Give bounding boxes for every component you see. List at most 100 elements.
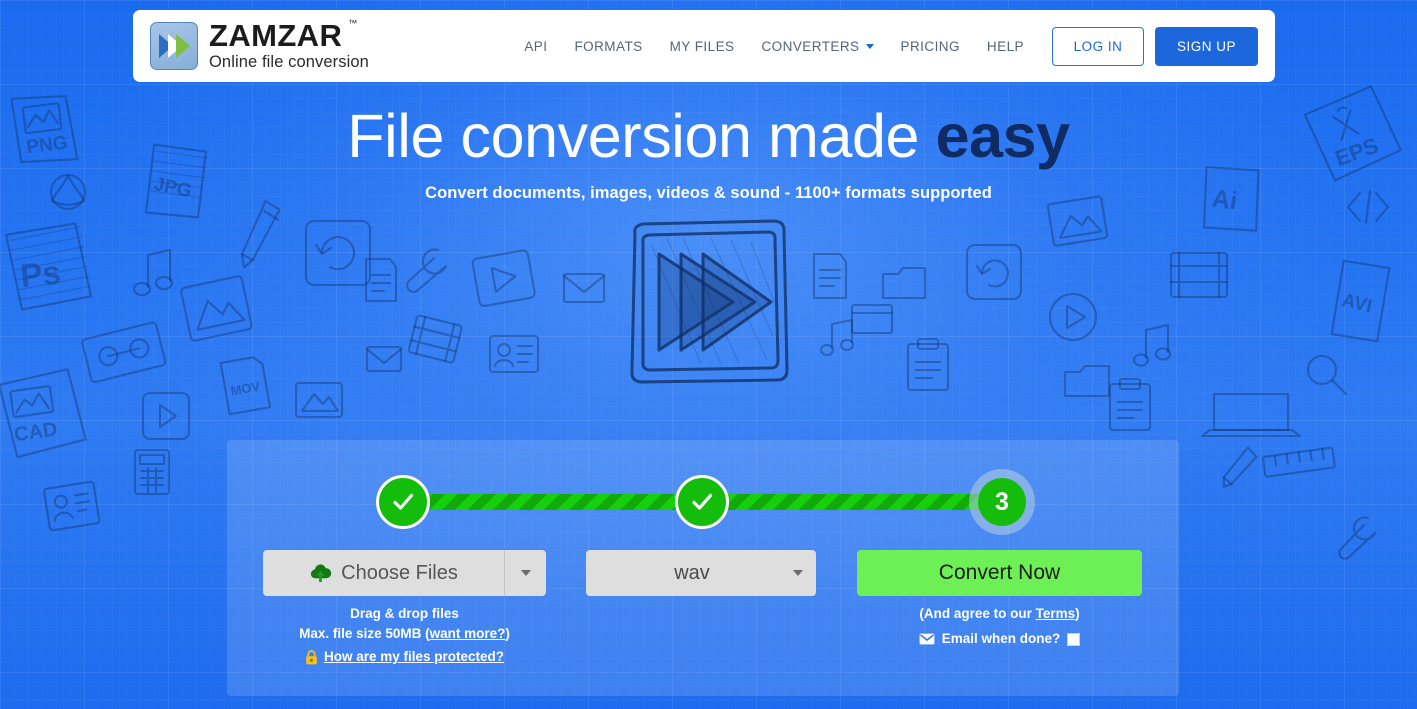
nav-label: API [524, 38, 548, 54]
nav-item-formats[interactable]: FORMATS [574, 39, 642, 54]
choose-files-main[interactable]: Choose Files [263, 550, 504, 596]
doodle-folder2-icon [1063, 364, 1111, 398]
step-1-complete[interactable] [376, 475, 430, 529]
convert-now-button[interactable]: Convert Now [857, 550, 1142, 596]
doodle-play-icon [471, 249, 536, 307]
terms-row: (And agree to our Terms) [857, 604, 1142, 624]
doodle-film-icon [407, 314, 463, 364]
fast-forward-sketch-icon [629, 219, 788, 384]
terms-suffix: ) [1075, 606, 1080, 621]
nav-label: PRICING [900, 38, 960, 54]
step-indicator: 3 [227, 466, 1179, 529]
doodle-doc-right-icon [812, 252, 848, 300]
doodle-mov-icon: MOV [219, 356, 272, 416]
doodle-music-note-icon [132, 248, 174, 297]
svg-text:AVI: AVI [1340, 290, 1374, 318]
doodle-cassette-icon [81, 321, 167, 384]
doodle-play-right-icon [1048, 292, 1098, 342]
doodle-wrench-icon [406, 248, 448, 293]
page-title: File conversion made easy [0, 102, 1417, 170]
nav-label: MY FILES [669, 38, 735, 54]
hero-title-accent: easy [935, 102, 1071, 170]
step-2-complete[interactable] [675, 475, 729, 529]
doodle-doc-icon [364, 257, 398, 303]
doodle-pencil-icon [240, 199, 281, 269]
doodle-pen-icon [1222, 446, 1258, 488]
choose-files-button[interactable]: Choose Files [263, 550, 546, 596]
doodle-ps-icon: Ps [5, 222, 92, 311]
doodle-clipboard-icon [906, 337, 950, 392]
files-protected-link[interactable]: How are my files protected? [324, 647, 504, 667]
doodle-music-right-icon [1132, 323, 1172, 367]
caret-down-icon [520, 570, 531, 576]
hero-subtitle: Convert documents, images, videos & soun… [425, 183, 992, 202]
doodle-envelope-small-icon [365, 345, 403, 373]
nav-item-my-files[interactable]: MY FILES [670, 39, 735, 54]
doodle-calculator-icon [133, 448, 171, 496]
logo[interactable]: ZAMZAR ™ Online file conversion [150, 18, 369, 72]
nav-item-api[interactable]: API [524, 39, 547, 54]
conversion-controls: Choose Files wav Convert Now [227, 550, 1179, 596]
doodle-wrench-right-icon [1338, 516, 1377, 560]
nav-item-help[interactable]: HELP [987, 39, 1024, 54]
site-header: ZAMZAR ™ Online file conversion API FORM… [133, 10, 1275, 82]
signup-button[interactable]: SIGN UP [1155, 26, 1258, 66]
logo-name: ZAMZAR ™ [209, 18, 358, 54]
login-button[interactable]: LOG IN [1052, 26, 1144, 66]
doodle-search-icon [1306, 354, 1348, 396]
email-when-done-row: Email when done? [857, 629, 1142, 649]
doodle-image-icon [180, 275, 253, 342]
max-size-hint: Max. file size 50MB (want more?) [263, 624, 546, 644]
step-3-current[interactable]: 3 [978, 478, 1026, 526]
logo-wordmark: ZAMZAR ™ Online file conversion [209, 18, 369, 72]
doodle-music-mid-icon [819, 318, 855, 357]
convert-help-text: (And agree to our Terms) Email when done… [857, 604, 1142, 649]
max-size-prefix: Max. file size 50MB ( [299, 626, 430, 641]
files-protected-row: How are my files protected? [263, 647, 546, 667]
doodle-image-right-icon [1046, 195, 1109, 247]
format-select[interactable]: wav [586, 550, 816, 596]
upload-help-text: Drag & drop files Max. file size 50MB (w… [263, 604, 546, 667]
cloud-upload-icon [311, 564, 332, 582]
format-dropdown-toggle[interactable] [780, 570, 816, 576]
svg-text:Ps: Ps [19, 253, 63, 294]
doodle-envelope-icon [562, 272, 606, 304]
hero-section: File conversion made easy Convert docume… [0, 102, 1417, 384]
max-size-suffix: ) [505, 626, 510, 641]
check-icon [692, 493, 713, 510]
padlock-icon [306, 649, 317, 664]
main-nav: API FORMATS MY FILES CONVERTERS PRICING … [524, 39, 1024, 54]
drag-drop-hint: Drag & drop files [350, 606, 459, 621]
doodle-refresh-right-icon [965, 243, 1023, 301]
hero-title-plain: File conversion made [347, 102, 936, 170]
terms-prefix: (And agree to our [919, 606, 1036, 621]
doodle-play-circle-icon [141, 391, 191, 441]
nav-label: CONVERTERS [761, 38, 860, 54]
conversion-panel: 3 Choose Files wav Convert Now Drag & dr… [227, 440, 1179, 696]
chevron-down-icon [865, 43, 874, 49]
logo-trademark: ™ [348, 18, 358, 29]
doodle-photo-icon [294, 381, 344, 419]
choose-files-dropdown[interactable] [504, 550, 546, 596]
logo-tagline: Online file conversion [209, 53, 369, 72]
zamzar-chevrons-icon [150, 22, 198, 70]
nav-item-converters[interactable]: CONVERTERS [761, 38, 874, 54]
envelope-icon [919, 633, 935, 645]
want-more-link[interactable]: want more? [430, 626, 506, 641]
svg-text:MOV: MOV [229, 379, 261, 399]
svg-text:CAD: CAD [13, 418, 59, 446]
choose-files-label: Choose Files [341, 561, 458, 584]
doodle-badge-icon [43, 480, 101, 532]
check-icon [393, 493, 414, 510]
doodle-avi-icon: AVI [1330, 259, 1391, 343]
terms-link[interactable]: Terms [1036, 606, 1076, 621]
doodle-contact-card-icon [488, 334, 540, 374]
nav-label: FORMATS [574, 38, 643, 54]
nav-item-pricing[interactable]: PRICING [901, 39, 960, 54]
auth-buttons: LOG IN SIGN UP [1052, 26, 1258, 66]
doodle-ruler-icon [1262, 446, 1336, 478]
doodle-video-icon [1169, 251, 1229, 299]
format-value: wav [674, 561, 710, 584]
nav-label: HELP [986, 38, 1024, 54]
email-when-done-checkbox[interactable] [1067, 632, 1081, 646]
